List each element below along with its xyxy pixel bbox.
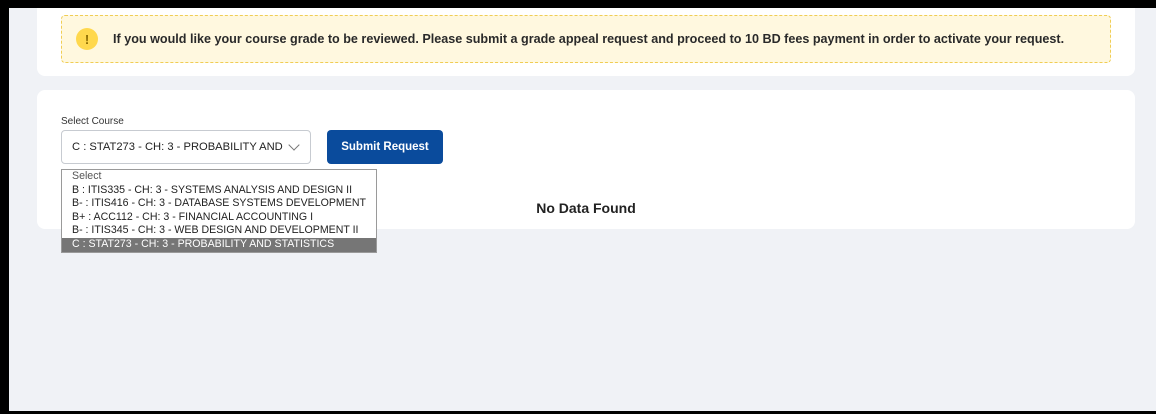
chevron-down-icon — [288, 139, 300, 151]
warning-exclamation-icon: ! — [76, 28, 98, 50]
course-option[interactable]: B+ : ACC112 - CH: 3 - FINANCIAL ACCOUNTI… — [62, 211, 376, 225]
course-select-value: C : STAT273 - CH: 3 - PROBABILITY AND ST… — [72, 141, 284, 153]
select-course-label: Select Course — [61, 116, 124, 127]
course-dropdown-list: Select B : ITIS335 - CH: 3 - SYSTEMS ANA… — [61, 169, 377, 253]
course-option-placeholder[interactable]: Select — [62, 170, 376, 184]
grade-appeal-alert: ! If you would like your course grade to… — [61, 15, 1111, 63]
submit-request-button[interactable]: Submit Request — [327, 130, 443, 164]
notice-card: ! If you would like your course grade to… — [37, 8, 1135, 76]
course-option-selected[interactable]: C : STAT273 - CH: 3 - PROBABILITY AND ST… — [62, 237, 376, 252]
course-option[interactable]: B- : ITIS416 - CH: 3 - DATABASE SYSTEMS … — [62, 197, 376, 211]
alert-message: If you would like your course grade to b… — [113, 32, 1065, 46]
page-viewport: ! If you would like your course grade to… — [9, 8, 1156, 411]
course-option[interactable]: B : ITIS335 - CH: 3 - SYSTEMS ANALYSIS A… — [62, 184, 376, 198]
course-select[interactable]: C : STAT273 - CH: 3 - PROBABILITY AND ST… — [61, 130, 311, 164]
course-option[interactable]: B- : ITIS345 - CH: 3 - WEB DESIGN AND DE… — [62, 224, 376, 238]
